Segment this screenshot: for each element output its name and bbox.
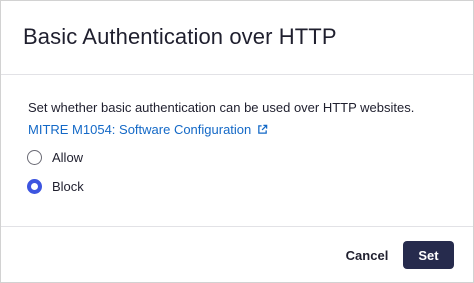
radio-option-allow[interactable]: Allow: [27, 150, 83, 165]
external-link-icon: [258, 124, 268, 134]
radio-option-block[interactable]: Block: [27, 179, 84, 194]
mitre-reference-link[interactable]: MITRE M1054: Software Configuration: [28, 122, 268, 137]
block-radio-label: Block: [52, 179, 84, 194]
block-radio-button[interactable]: [27, 179, 42, 194]
set-button[interactable]: Set: [403, 241, 454, 269]
dialog-title: Basic Authentication over HTTP: [23, 24, 337, 49]
basic-auth-dialog: Basic Authentication over HTTP Set wheth…: [0, 0, 474, 283]
cancel-button[interactable]: Cancel: [336, 241, 398, 269]
dialog-header: Basic Authentication over HTTP: [1, 1, 473, 75]
dialog-footer: Cancel Set: [1, 227, 473, 283]
dialog-body: Set whether basic authentication can be …: [1, 75, 473, 227]
dialog-description: Set whether basic authentication can be …: [28, 100, 415, 115]
allow-radio-button[interactable]: [27, 150, 42, 165]
mitre-reference-link-label: MITRE M1054: Software Configuration: [28, 122, 252, 137]
allow-radio-label: Allow: [52, 150, 84, 165]
